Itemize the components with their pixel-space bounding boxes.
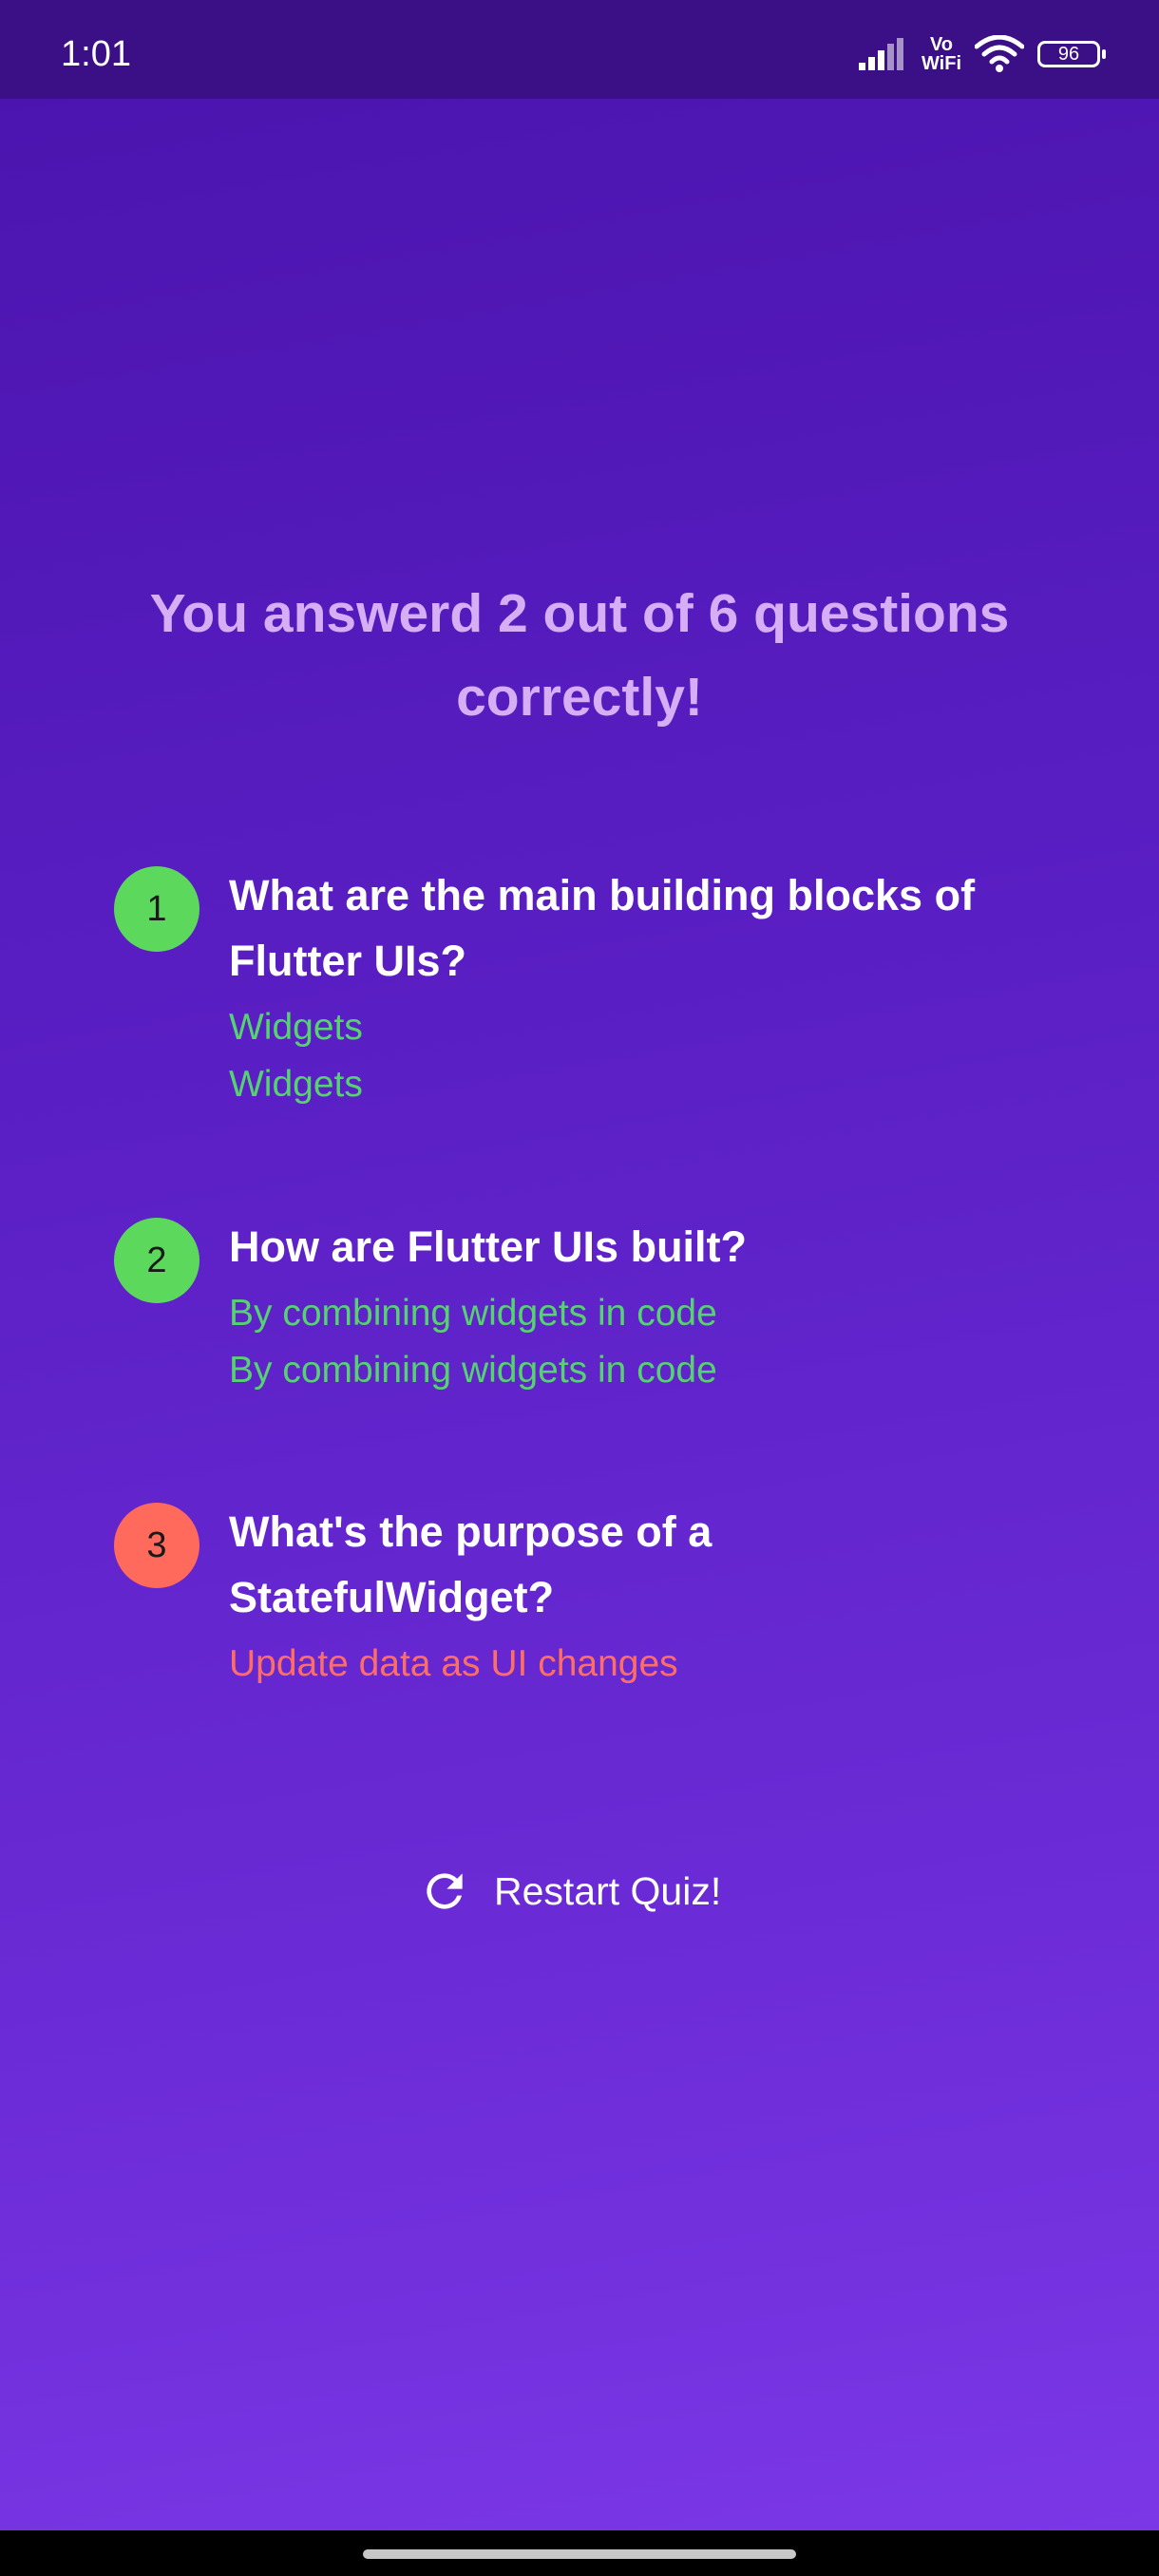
refresh-icon (427, 1873, 463, 1909)
question-text: What's the purpose of a StatefulWidget? (229, 1507, 712, 1621)
question-number-badge: 3 (114, 1503, 200, 1588)
wifi-icon (975, 35, 1024, 72)
result-body: How are Flutter UIs built? By combining … (229, 1218, 1046, 1399)
question-text: What are the main building blocks of Flu… (229, 871, 976, 985)
home-indicator[interactable] (363, 2549, 796, 2559)
vowifi-bottom: WiFi (921, 53, 961, 74)
signal-icon (858, 38, 903, 70)
battery-level: 96 (1057, 43, 1080, 65)
status-icons: Vo WiFi 96 (858, 30, 1106, 78)
quiz-results-screen: 1:01 Vo WiFi 96 You answerd 2 out of 6 q… (0, 0, 1159, 2530)
correct-answer: Widgets (229, 1064, 363, 1105)
battery-icon: 96 (1037, 41, 1106, 67)
user-answer: Update data as UI changes (229, 1643, 678, 1684)
result-body: What are the main building blocks of Flu… (229, 866, 1046, 1113)
results-summary: You answerd 2 out of 6 questions correct… (149, 583, 1010, 728)
status-time: 1:01 (61, 34, 131, 74)
navigation-bar (0, 2530, 1159, 2576)
question-number-badge: 2 (114, 1218, 200, 1303)
status-bar: 1:01 Vo WiFi 96 (0, 0, 1159, 99)
restart-quiz-button[interactable]: Restart Quiz! (418, 1858, 721, 1924)
result-body: What's the purpose of a StatefulWidget? … (229, 1503, 1046, 1693)
user-answer: By combining widgets in code (229, 1293, 717, 1334)
correct-answer: By combining widgets in code (229, 1350, 717, 1391)
question-text: How are Flutter UIs built? (229, 1222, 748, 1271)
restart-quiz-label: Restart Quiz! (494, 1868, 722, 1913)
question-number-badge: 1 (114, 866, 200, 952)
vowifi-top: Vo (929, 34, 954, 55)
vowifi-icon: Vo WiFi (922, 35, 961, 73)
user-answer: Widgets (229, 1007, 363, 1048)
